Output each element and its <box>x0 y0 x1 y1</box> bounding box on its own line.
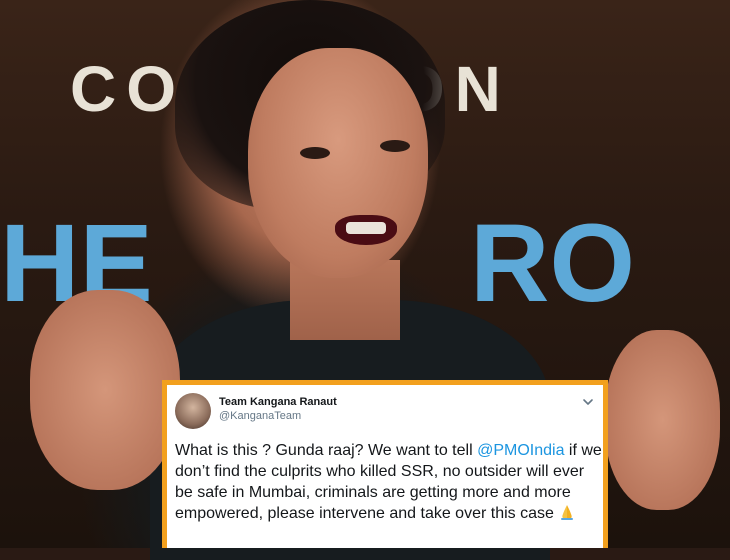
left-hand <box>30 290 180 490</box>
backdrop-text-right: RO <box>470 202 635 325</box>
right-eye <box>380 140 410 152</box>
tweet-card[interactable]: Team Kangana Ranaut @KanganaTeam What is… <box>162 380 608 548</box>
display-name[interactable]: Team Kangana Ranaut <box>219 396 337 408</box>
right-hand <box>605 330 720 510</box>
tweet-text-start: What is this ? Gunda raaj? We want to te… <box>175 442 478 459</box>
left-eye <box>300 147 330 159</box>
face <box>248 48 428 278</box>
mention-link[interactable]: @PMOIndia <box>477 442 564 459</box>
avatar[interactable] <box>175 393 211 429</box>
chevron-down-icon[interactable] <box>581 395 595 409</box>
teeth <box>346 222 386 234</box>
user-handle[interactable]: @KanganaTeam <box>219 410 301 422</box>
tweet-text: What is this ? Gunda raaj? We want to te… <box>175 440 605 524</box>
folded-hands-icon <box>560 505 573 520</box>
